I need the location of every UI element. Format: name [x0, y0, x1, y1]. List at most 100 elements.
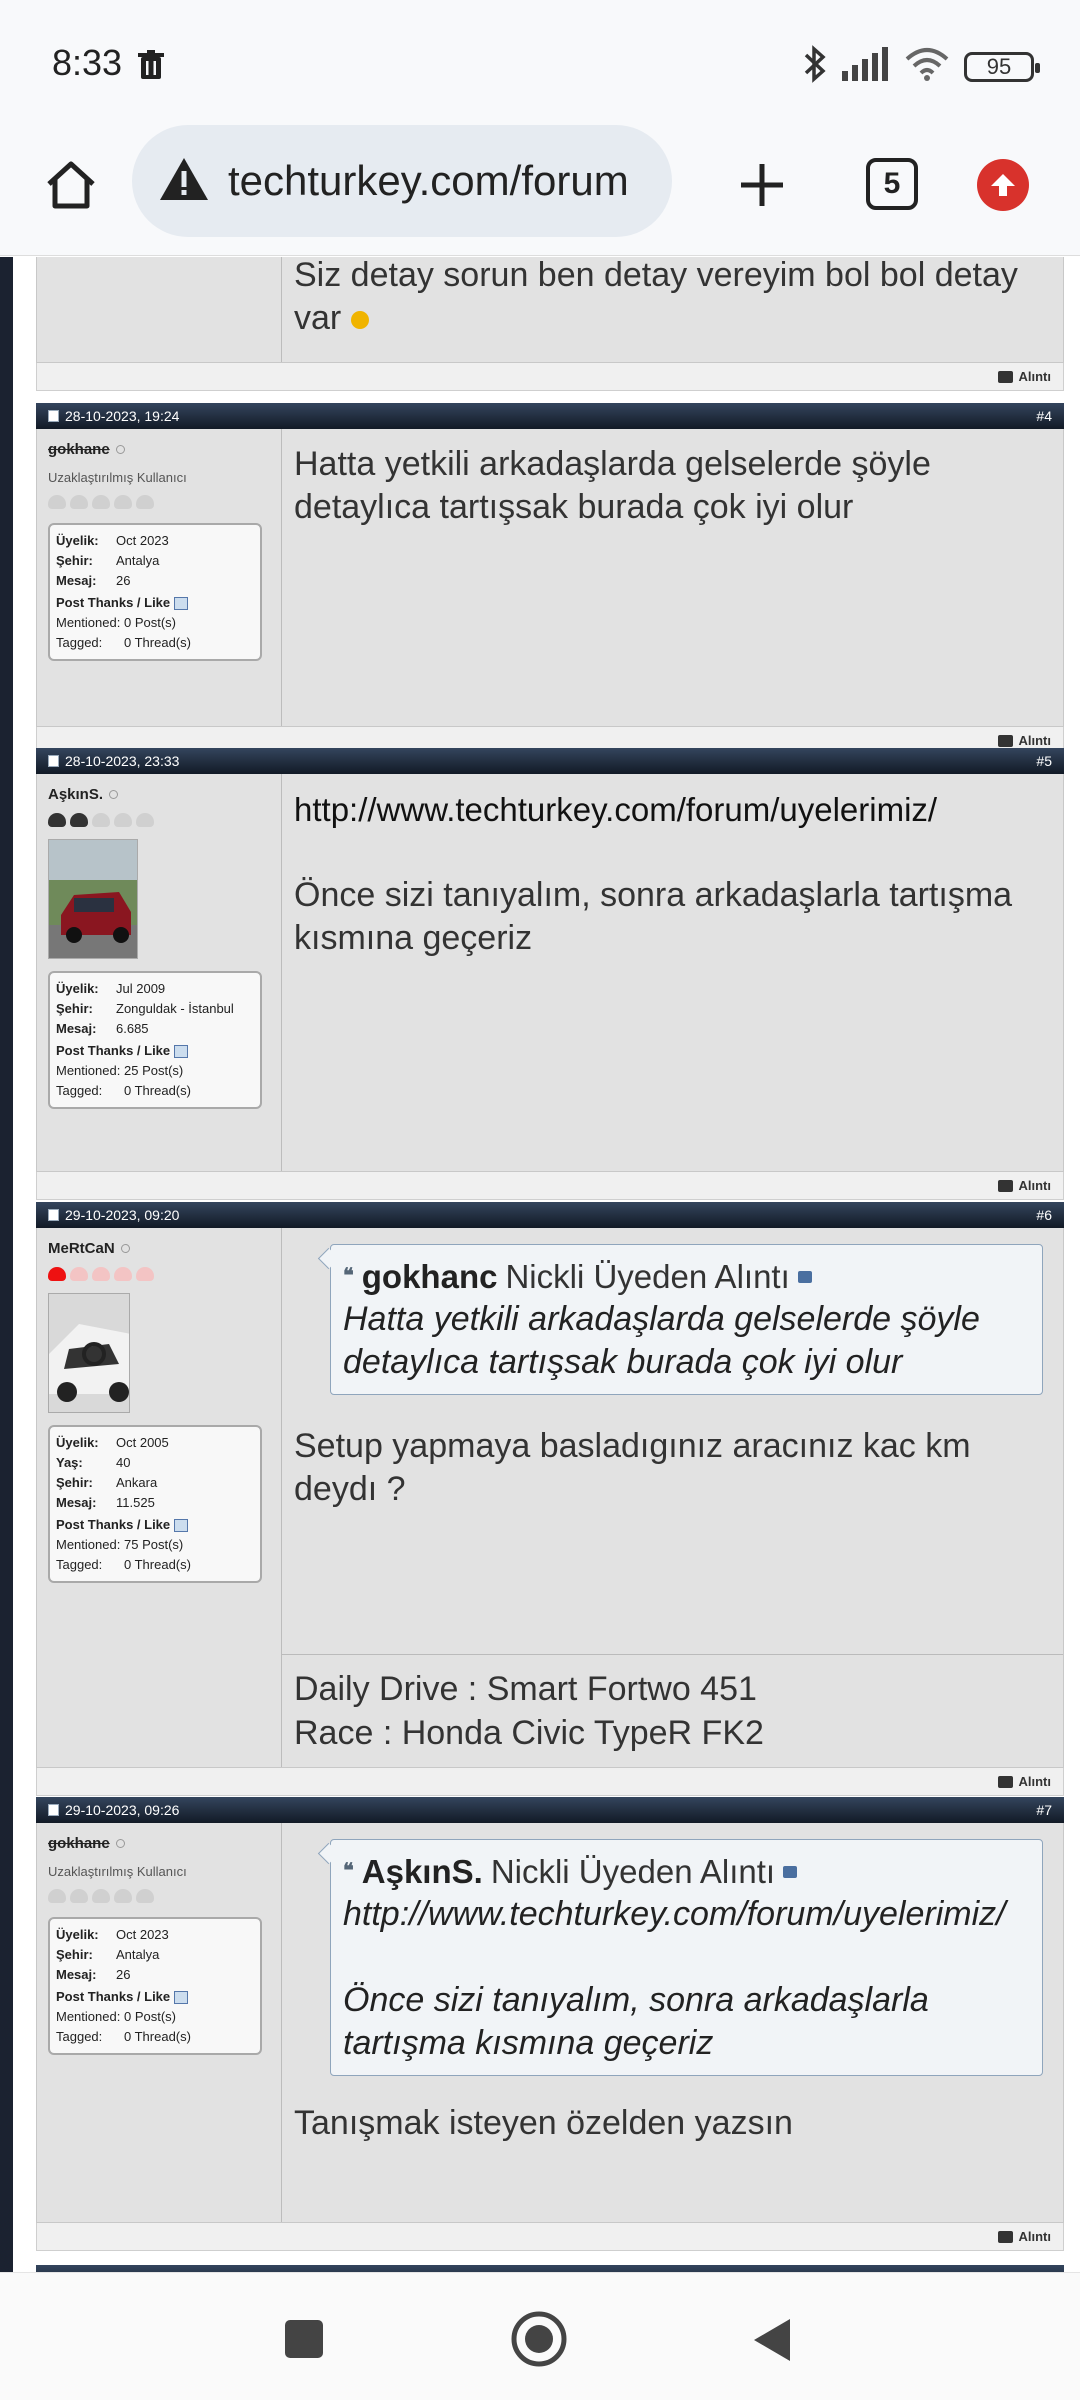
post-header: 29-10-2023, 09:26 #7 — [36, 1797, 1064, 1823]
quote-button[interactable]: Alıntı — [36, 1768, 1064, 1796]
post-header: 29-10-2023, 09:20 #6 — [36, 1202, 1064, 1228]
post-icon — [48, 1804, 59, 1816]
url-text: techturkey.com/forum — [228, 157, 629, 204]
user-infobox: Üyelik: Oct 2005 Yaş: 40 Şehir: Ankara Mesa… — [48, 1425, 262, 1583]
bluetooth-icon — [802, 44, 828, 89]
user-info: MeRtCaN Üyelik: Oct 2005 Yaş: 40 Şehir: Ank… — [37, 1228, 282, 1767]
wifi-icon — [904, 47, 950, 86]
view-post-icon[interactable] — [783, 1865, 798, 1878]
post-number[interactable]: #4 — [1036, 408, 1052, 424]
post-icon — [48, 755, 59, 767]
username[interactable]: gokhane — [48, 1835, 270, 1852]
recents-button[interactable] — [284, 2319, 324, 2364]
post-message: Hatta yetkili arkadaşlarda gelselerde şö… — [294, 445, 931, 526]
browser-toolbar: techturkey.com/forum 5 — [0, 120, 1080, 256]
user-info: gokhane Uzaklaştırılmış Kullanıcı Üyelik… — [37, 1823, 282, 2222]
address-bar[interactable]: techturkey.com/forum — [132, 125, 672, 237]
quote-mark-icon: ❝ — [343, 1265, 354, 1287]
post-header: 28-10-2023, 23:33 #5 — [36, 748, 1064, 774]
post-thanks-like[interactable]: Post Thanks / Like — [56, 593, 254, 613]
post-message: ❝ gokhanc Nickli Üyeden Alıntı Hatta yetki… — [282, 1228, 1063, 1654]
smiley-icon — [350, 311, 369, 330]
offline-icon — [120, 1244, 130, 1253]
reputation-icon — [48, 495, 270, 511]
user-infobox: Üyelik: Oct 2023 Şehir: Antalya Mesaj: 26 P… — [48, 1917, 262, 2055]
quote-author[interactable]: AşkınS. — [362, 1850, 483, 1893]
clock: 8:33 — [52, 42, 123, 83]
status-bar: 8:33 95 — [0, 0, 1080, 120]
quote-block: ❝ gokhanc Nickli Üyeden Alıntı Hatta yetki… — [330, 1244, 1043, 1395]
home-button[interactable] — [36, 150, 106, 220]
view-post-icon[interactable] — [797, 1270, 812, 1283]
expand-icon — [174, 596, 189, 610]
post-link[interactable]: http://www.techturkey.com/forum/uyelerim… — [294, 788, 1051, 831]
post-next-partial — [36, 2265, 1064, 2272]
offline-icon — [115, 1839, 125, 1848]
post-number[interactable]: #7 — [1036, 1802, 1052, 1818]
post-thanks-like[interactable]: Post Thanks / Like — [56, 1515, 254, 1535]
page-left-border — [0, 257, 13, 2272]
update-button[interactable] — [977, 159, 1029, 211]
post-6: 29-10-2023, 09:20 #6 MeRtCaN Üyelik: Oct … — [36, 1202, 1064, 1796]
arrow-up-icon — [991, 174, 1015, 196]
signal-icon — [842, 47, 890, 86]
post-4: 28-10-2023, 19:24 #4 gokhane Uzaklaştırı… — [36, 403, 1064, 755]
quote-icon — [997, 734, 1013, 747]
reputation-icon — [48, 1889, 270, 1905]
quote-author[interactable]: gokhanc — [362, 1255, 498, 1298]
post-thanks-like[interactable]: Post Thanks / Like — [56, 1041, 254, 1061]
user-info: gokhane Uzaklaştırılmış Kullanıcı Üyelik… — [37, 429, 282, 726]
offline-icon — [109, 790, 119, 799]
expand-icon — [174, 1044, 189, 1058]
home-nav-button[interactable] — [510, 2310, 568, 2373]
battery-indicator: 95 — [964, 51, 1040, 82]
post-message: Siz detay sorun ben detay vereyim bol bo… — [294, 257, 1018, 337]
quote-icon — [997, 370, 1013, 383]
circle-icon — [511, 2311, 567, 2367]
expand-icon — [174, 1990, 189, 2004]
post-5: 28-10-2023, 23:33 #5 AşkınS. Üyelik: Jul … — [36, 748, 1064, 1200]
post-7: 29-10-2023, 09:26 #7 gokhane Uzaklaştırı… — [36, 1797, 1064, 2251]
warning-icon — [158, 156, 210, 207]
post-number[interactable]: #6 — [1036, 1207, 1052, 1223]
home-icon — [47, 161, 95, 209]
username[interactable]: AşkınS. — [48, 786, 270, 803]
back-icon — [754, 2319, 790, 2361]
user-title: Uzaklaştırılmış Kullanıcı — [48, 470, 187, 485]
new-tab-button[interactable] — [727, 150, 797, 220]
avatar[interactable] — [48, 1293, 130, 1413]
quote-button[interactable]: Alıntı — [36, 1172, 1064, 1200]
offline-icon — [115, 445, 125, 454]
avatar[interactable] — [48, 839, 138, 959]
post-thanks-like[interactable]: Post Thanks / Like — [56, 1987, 254, 2007]
quote-icon — [997, 2230, 1013, 2243]
forum-page: Siz detay sorun ben detay vereyim bol bo… — [0, 257, 1080, 2272]
back-button[interactable] — [752, 2317, 792, 2368]
square-icon — [285, 2320, 323, 2358]
expand-icon — [174, 1518, 189, 1532]
post-header: 28-10-2023, 19:24 #4 — [36, 403, 1064, 429]
quote-block: ❝ AşkınS. Nickli Üyeden Alıntı http://www.… — [330, 1839, 1043, 2076]
post-message: ❝ AşkınS. Nickli Üyeden Alıntı http://www.… — [282, 1823, 1063, 2222]
reputation-icon — [48, 813, 270, 829]
tab-switcher-button[interactable]: 5 — [866, 158, 918, 210]
user-title: Uzaklaştırılmış Kullanıcı — [48, 1864, 187, 1879]
post-number[interactable]: #5 — [1036, 753, 1052, 769]
reputation-icon — [48, 1267, 270, 1283]
post-icon — [48, 1209, 59, 1221]
user-infobox: Üyelik: Jul 2009 Şehir: Zonguldak - İstanb… — [48, 971, 262, 1109]
post-icon — [48, 410, 59, 422]
quote-icon — [997, 1179, 1013, 1192]
system-nav-bar — [0, 2272, 1080, 2400]
quote-link[interactable]: http://www.techturkey.com/forum/uyelerim… — [343, 1893, 1030, 1936]
quote-button[interactable]: Alıntı — [36, 2223, 1064, 2251]
user-info: AşkınS. Üyelik: Jul 2009 Şehir: Zonguldak … — [37, 774, 282, 1171]
username[interactable]: gokhane — [48, 441, 270, 458]
plus-icon — [741, 164, 783, 206]
post-partial: Siz detay sorun ben detay vereyim bol bo… — [36, 257, 1064, 391]
quote-button[interactable]: Alıntı — [36, 363, 1064, 391]
post-message: http://www.techturkey.com/forum/uyelerim… — [282, 774, 1063, 1171]
user-infobox: Üyelik: Oct 2023 Şehir: Antalya Mesaj: 26 P… — [48, 523, 262, 661]
trash-icon — [138, 50, 164, 85]
username[interactable]: MeRtCaN — [48, 1240, 270, 1257]
